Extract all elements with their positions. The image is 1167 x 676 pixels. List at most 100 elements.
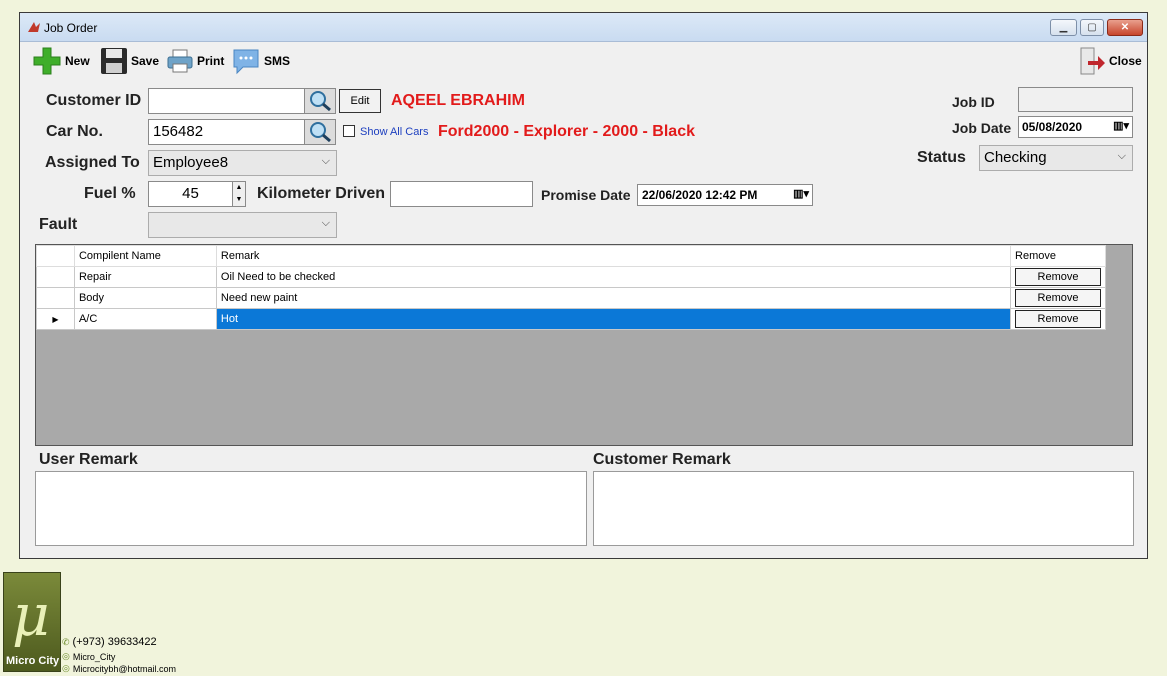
kilometer-driven-input[interactable] [390, 181, 533, 207]
plus-icon [33, 47, 61, 75]
user-remark-label: User Remark [39, 451, 138, 468]
maximize-button[interactable]: ▢ [1080, 19, 1104, 36]
job-order-window: Job Order ▁ ▢ ✕ New Save Print SMS Close… [19, 12, 1148, 559]
show-all-cars-label[interactable]: Show All Cars [360, 126, 428, 138]
job-id-label: Job ID [952, 94, 995, 110]
customer-id-input[interactable] [148, 88, 305, 114]
promise-date-label: Promise Date [541, 187, 631, 203]
new-button[interactable]: New [32, 45, 90, 77]
complaint-remark-cell[interactable]: Need new paint [215, 287, 1012, 309]
grid-header-row: Compilent Name Remark Remove [36, 245, 1106, 267]
car-description: Ford2000 - Explorer - 2000 - Black [438, 123, 695, 140]
floppy-disk-icon [101, 48, 127, 74]
complaint-remark-cell[interactable]: Hot [215, 308, 1012, 330]
customer-name: AQEEL EBRAHIM [391, 92, 525, 109]
status-select[interactable]: Checking ⌵ [979, 145, 1133, 171]
status-value: Checking [984, 149, 1047, 166]
complaints-table: Compilent Name Remark Remove Repair Oil … [36, 245, 1106, 330]
toolbar: New Save Print SMS Close [20, 43, 1147, 83]
job-date-value: 05/08/2020 [1022, 120, 1083, 134]
customer-remark-textarea[interactable] [593, 471, 1134, 546]
remove-cell: Remove [1010, 308, 1106, 330]
window-title: Job Order [44, 21, 98, 35]
complaint-name-cell[interactable]: Repair [73, 266, 217, 288]
complaint-remark-cell[interactable]: Oil Need to be checked [215, 266, 1012, 288]
edit-button[interactable]: Edit [339, 89, 381, 113]
phone-text: (+973) 39633422 [72, 636, 157, 648]
kilometer-driven-label: Kilometer Driven [257, 185, 386, 202]
complaint-name-cell[interactable]: A/C [73, 308, 217, 330]
car-no-label: Car No. [46, 123, 103, 140]
promise-date-value: 22/06/2020 12:42 PM [642, 188, 758, 202]
phone-icon: ✆ [62, 636, 70, 647]
fault-select[interactable]: ⌵ [148, 212, 337, 238]
contact-email: ◎ Microcitybh@hotmail.com [62, 663, 176, 674]
column-header-remove[interactable]: Remove [1010, 245, 1106, 267]
job-date-label: Job Date [952, 120, 1012, 136]
row-header[interactable] [36, 266, 75, 288]
table-row[interactable]: Body Need new paint Remove [36, 287, 1106, 309]
car-search-button[interactable] [304, 119, 336, 145]
sms-button[interactable]: SMS [231, 45, 290, 77]
chevron-down-icon: ⌵ [321, 155, 330, 167]
save-button-label: Save [131, 54, 160, 68]
contact-social: ◎ Micro_City [62, 651, 115, 662]
row-header[interactable]: ▶ [36, 308, 75, 330]
email-icon: ◎ [62, 663, 70, 673]
show-all-cars-checkbox[interactable] [343, 125, 355, 137]
printer-icon [167, 49, 193, 73]
job-id-input[interactable] [1018, 87, 1133, 112]
customer-search-button[interactable] [304, 88, 336, 114]
customer-id-label: Customer ID [46, 92, 142, 109]
chevron-down-icon: ⌵ [1117, 150, 1126, 162]
remove-button[interactable]: Remove [1015, 310, 1101, 328]
minimize-button[interactable]: ▁ [1050, 19, 1077, 36]
print-button[interactable]: Print [166, 45, 224, 77]
fuel-input[interactable]: 45 [148, 181, 233, 207]
close-button[interactable]: Close [1078, 45, 1142, 77]
save-button[interactable]: Save [100, 45, 159, 77]
remove-button[interactable]: Remove [1015, 289, 1101, 307]
calendar-icon: ▥▾ [1113, 120, 1129, 132]
status-label: Status [917, 149, 966, 166]
contact-phone: ✆ (+973) 39633422 [62, 636, 157, 648]
assigned-to-label: Assigned To [45, 154, 140, 171]
title-bar: Job Order ▁ ▢ ✕ [20, 13, 1147, 42]
print-button-label: Print [197, 54, 225, 68]
magnifier-icon [310, 122, 331, 143]
remove-cell: Remove [1010, 287, 1106, 309]
chevron-down-icon: ⌵ [321, 217, 330, 229]
assigned-to-value: Employee8 [153, 154, 229, 171]
calendar-icon: ▥▾ [793, 188, 809, 200]
table-row[interactable]: ▶ A/C Hot Remove [36, 308, 1106, 330]
remove-cell: Remove [1010, 266, 1106, 288]
brand-name: Micro City [6, 655, 60, 667]
assigned-to-select[interactable]: Employee8 ⌵ [148, 150, 337, 176]
column-header-name[interactable]: Compilent Name [73, 245, 217, 267]
column-header-remark[interactable]: Remark [215, 245, 1012, 267]
logo-symbol: μ [12, 581, 50, 649]
window-close-button[interactable]: ✕ [1107, 19, 1143, 36]
complaint-name-cell[interactable]: Body [73, 287, 217, 309]
job-date-picker[interactable]: 05/08/2020 ▥▾ [1018, 116, 1133, 138]
social-text: Micro_City [72, 651, 116, 662]
exit-icon [1080, 47, 1105, 75]
car-no-input[interactable]: 156482 [148, 119, 305, 145]
complaints-grid: Compilent Name Remark Remove Repair Oil … [35, 244, 1133, 446]
brand-logo: μ Micro City [3, 572, 61, 672]
fault-label: Fault [39, 216, 78, 233]
remove-button[interactable]: Remove [1015, 268, 1101, 286]
user-remark-textarea[interactable] [35, 471, 587, 546]
app-icon [28, 22, 40, 32]
chat-bubble-icon [233, 49, 259, 75]
instagram-icon: ◎ [62, 651, 70, 661]
customer-remark-label: Customer Remark [593, 451, 731, 468]
current-row-arrow-icon: ▶ [52, 315, 59, 324]
close-button-label: Close [1109, 54, 1142, 68]
row-header[interactable] [36, 287, 75, 309]
sms-button-label: SMS [264, 54, 291, 68]
promise-date-picker[interactable]: 22/06/2020 12:42 PM ▥▾ [637, 184, 813, 206]
table-row[interactable]: Repair Oil Need to be checked Remove [36, 266, 1106, 288]
email-text: Microcitybh@hotmail.com [72, 663, 177, 674]
fuel-stepper[interactable]: ▲ ▼ [232, 181, 246, 207]
